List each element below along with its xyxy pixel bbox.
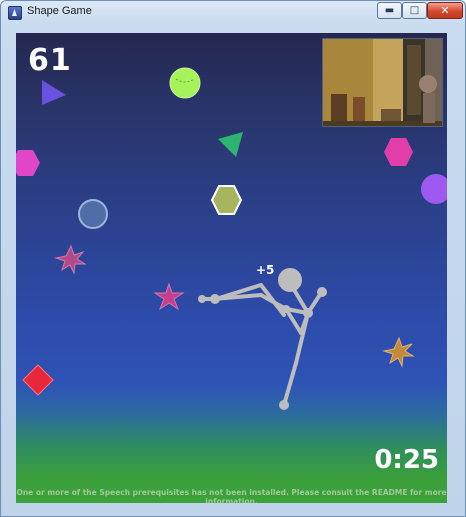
status-message: One or more of the Speech prerequisites … (16, 488, 447, 503)
triangle-shape (218, 132, 243, 157)
triangle-shape (42, 80, 66, 105)
title-bar[interactable]: Shape Game ▬ □ ✕ (1, 1, 465, 27)
timer-display: 0:25 (374, 445, 439, 475)
hexagon-shape (16, 150, 40, 176)
hexagon-shape (384, 138, 413, 166)
player-hip (282, 305, 290, 313)
player-knee (303, 308, 313, 318)
hexagon-shape (210, 185, 243, 215)
app-window: Shape Game ▬ □ ✕ 61 +5 0:25 One or more … (0, 0, 466, 517)
minimize-button[interactable]: ▬ (377, 2, 402, 19)
star-shape (382, 336, 415, 368)
game-canvas[interactable]: 61 +5 0:25 One or more of the Speech pre… (16, 33, 447, 503)
window-title: Shape Game (27, 5, 92, 17)
square-shape (22, 364, 54, 396)
maximize-button[interactable]: □ (402, 2, 427, 19)
star-shape (54, 244, 87, 275)
player-foot (279, 400, 289, 410)
points-popup: +5 (256, 263, 275, 277)
circle-shape (169, 67, 201, 99)
app-icon (8, 6, 22, 20)
player-head (278, 268, 302, 292)
maximize-icon: □ (409, 5, 420, 16)
star-shape (153, 282, 185, 311)
score-display: 61 (28, 43, 72, 78)
close-button[interactable]: ✕ (427, 2, 463, 19)
circle-shape (78, 199, 108, 229)
camera-preview (322, 38, 443, 127)
circle-shape (421, 174, 447, 204)
player-foot-raised (198, 295, 206, 303)
minimize-icon: ▬ (384, 5, 395, 16)
player-skeleton (200, 281, 326, 407)
player-hand-left (210, 294, 220, 304)
camera-image (323, 39, 442, 126)
close-icon: ✕ (440, 4, 450, 17)
player-hand-right (317, 287, 327, 297)
